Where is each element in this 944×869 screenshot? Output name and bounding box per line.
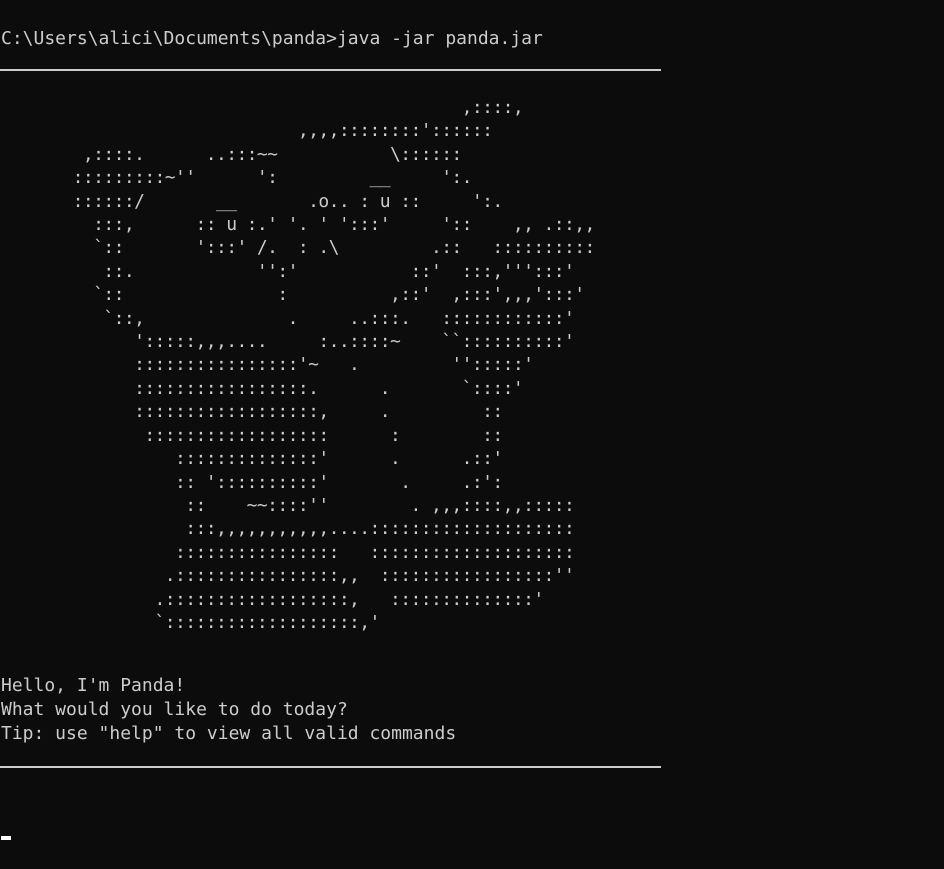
top-divider	[0, 69, 661, 71]
greeting-block: Hello, I'm Panda! What would you like to…	[1, 674, 456, 746]
greeting-line: Hello, I'm Panda!	[1, 675, 186, 696]
prompt-path: C:\Users\alici\Documents\panda>	[1, 28, 337, 49]
command-text: java -jar panda.jar	[336, 28, 543, 49]
text-cursor[interactable]	[1, 836, 11, 840]
question-line: What would you like to do today?	[1, 699, 348, 720]
terminal-window[interactable]: C:\Users\alici\Documents\panda>java -jar…	[0, 0, 944, 869]
panda-ascii-art: ,::::, ,,,,::::::::':::::: ,::::. ..:::~…	[72, 97, 596, 633]
tip-line: Tip: use "help" to view all valid comman…	[1, 723, 457, 744]
command-line: C:\Users\alici\Documents\panda>java -jar…	[1, 27, 543, 51]
bottom-divider	[0, 766, 661, 768]
